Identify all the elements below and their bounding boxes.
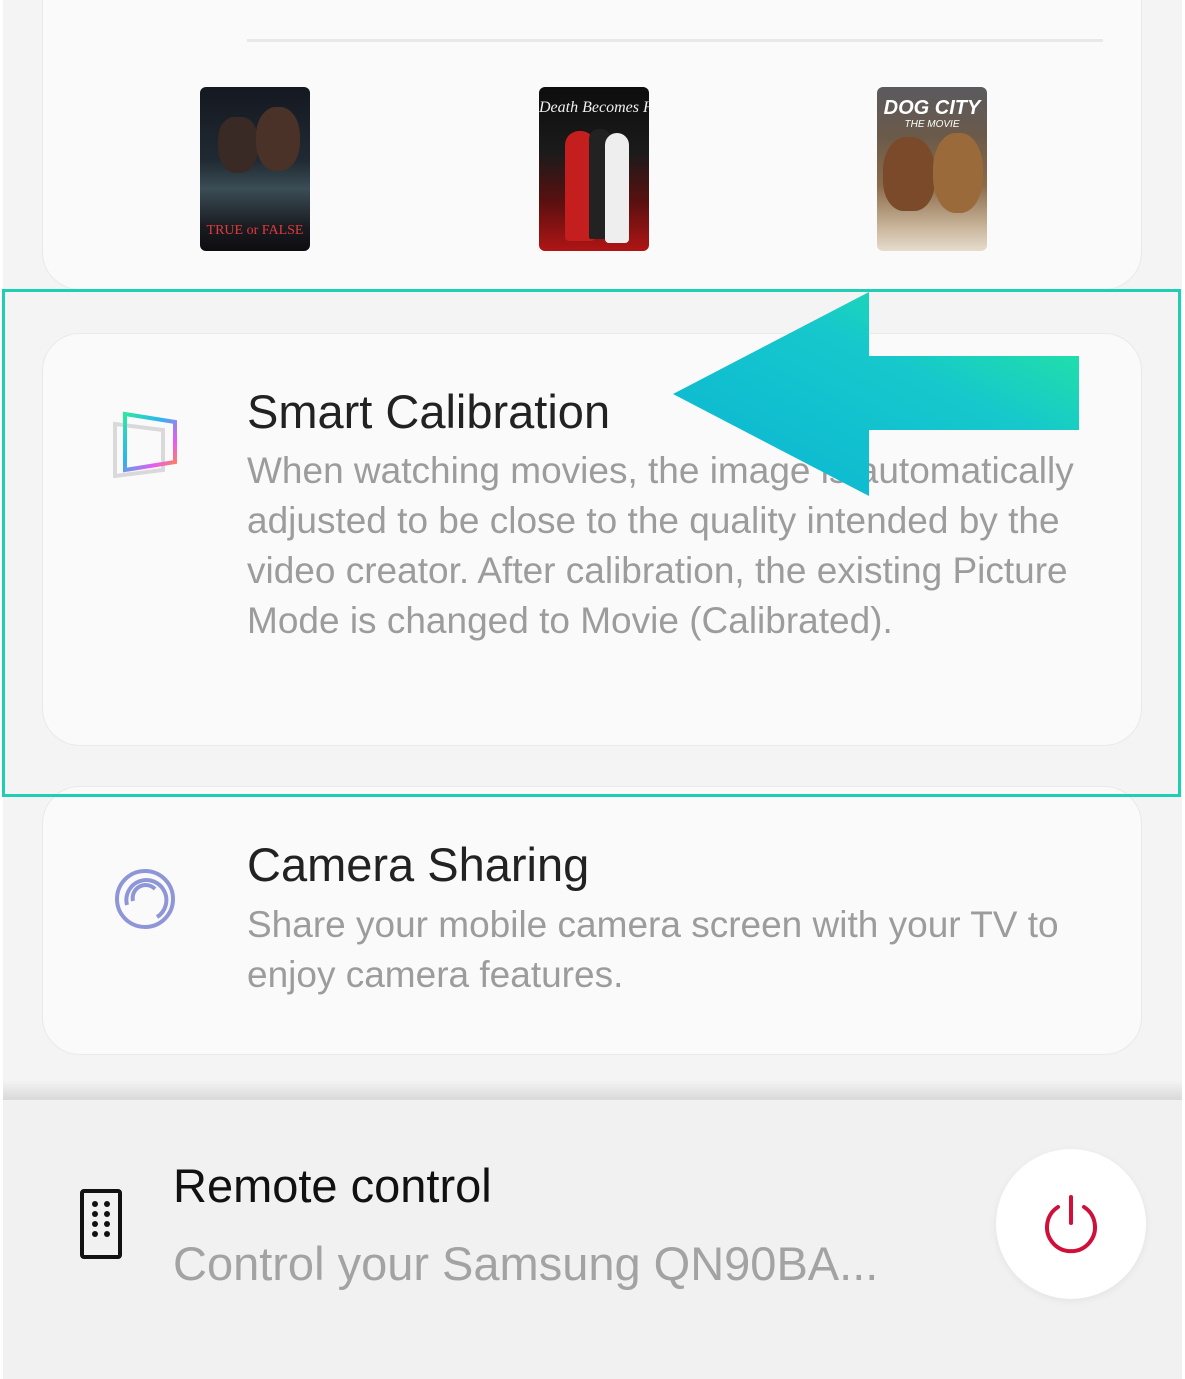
poster-art [605, 133, 629, 243]
poster-art [256, 107, 300, 171]
poster-title: Death Becomes Her [539, 99, 649, 116]
camera-sharing-icon [115, 869, 175, 929]
left-arrow-icon [673, 292, 1079, 496]
poster-art [218, 117, 258, 173]
camera-sharing-card[interactable]: Camera Sharing Share your mobile camera … [42, 786, 1142, 1055]
poster-art [933, 133, 983, 213]
card-description: Share your mobile camera screen with you… [247, 904, 1059, 995]
poster-subtitle: THE MOVIE [904, 119, 960, 130]
remote-subtitle: Control your Samsung QN90BA... [173, 1237, 879, 1290]
divider [247, 39, 1103, 42]
movie-poster-dog-city[interactable]: DOG CITY THE MOVIE [877, 87, 987, 251]
movie-poster-death-becomes-her[interactable]: Death Becomes Her [539, 87, 649, 251]
movie-poster-true-or-false[interactable]: TRUE or FALSE [200, 87, 310, 251]
power-icon [1045, 1195, 1097, 1254]
poster-title: TRUE or FALSE [206, 223, 304, 238]
remote-control-bar[interactable]: Remote control Control your Samsung QN90… [3, 1100, 1182, 1379]
card-title: Camera Sharing [247, 838, 590, 891]
divider-shadow [3, 1080, 1182, 1102]
remote-control-icon [80, 1189, 122, 1259]
recommended-movies-card: TRUE or FALSE Death Becomes Her DOG CITY… [42, 0, 1142, 290]
power-button[interactable] [996, 1149, 1146, 1299]
poster-art [883, 137, 935, 211]
remote-title: Remote control [173, 1159, 492, 1212]
poster-title: DOG CITY [883, 97, 981, 119]
